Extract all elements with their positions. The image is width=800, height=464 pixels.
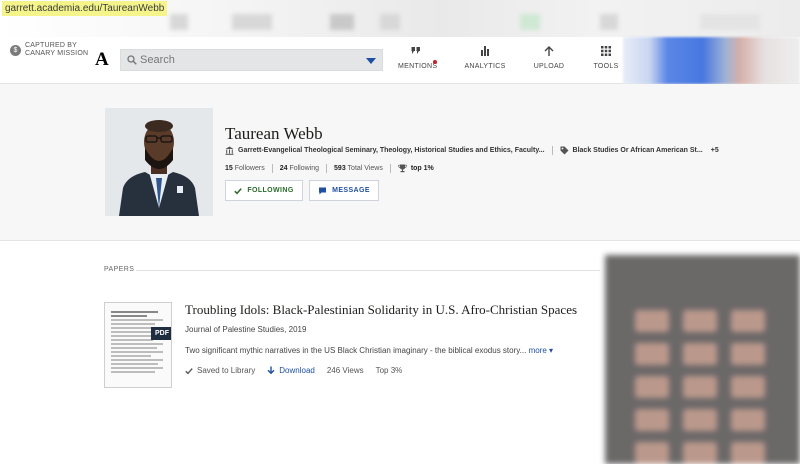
search-dropdown-chevron-icon[interactable] [366,58,376,64]
followers-stat[interactable]: 15 Followers [225,165,265,172]
mentions-notification-dot [433,60,437,64]
blurred-account-area[interactable] [623,37,800,84]
following-button-label: FOLLOWING [247,187,294,194]
quote-icon [411,47,420,54]
divider [389,164,391,173]
following-count: 24 [279,165,288,172]
followers-count: 15 [225,165,233,172]
saved-label: Saved to Library [197,366,256,375]
following-stat[interactable]: 24 Following [280,165,319,172]
top-navigation: $ CAPTURED BY CANARY MISSION A MENTIONS … [0,37,800,84]
profile-name: Taurean Webb [225,124,323,143]
paper-title-link[interactable]: Troubling Idols: Black-Palestinian Solid… [185,302,577,318]
paper-views: 246 Views [326,366,364,375]
followers-label: Followers [234,165,265,172]
divider [271,164,273,173]
affiliation-link[interactable]: Garrett-Evangelical Theological Seminary… [238,147,545,154]
avatar-portrait-image [105,108,213,216]
nav-upload-label: UPLOAD [533,63,565,70]
profile-stats: 15 Followers 24 Following 593 Total View… [225,164,434,173]
divider [326,164,328,173]
pdf-badge: PDF [151,327,171,340]
nav-tools-label: TOOLS [593,63,619,70]
url-text[interactable]: garrett.academia.edu/TaureanWebb [2,1,168,16]
tag-icon [560,146,569,155]
canary-logo-icon: $ [10,44,21,56]
following-button[interactable]: FOLLOWING [225,180,303,201]
views-label: Total Views [347,165,383,172]
checkmark-icon [185,367,193,374]
search-box[interactable] [120,49,383,71]
paper-rank: Top 3% [375,366,403,375]
checkmark-icon [234,187,243,194]
nav-analytics-label: ANALYTICS [464,63,506,70]
paper-journal: Journal of Palestine Studies, 2019 [185,325,307,334]
nav-tools[interactable]: TOOLS [591,45,621,70]
bar-chart-icon [481,46,489,56]
trophy-icon [398,164,407,173]
research-interest-link[interactable]: Black Studies Or African American St... [573,147,703,154]
browser-url-bar: garrett.academia.edu/TaureanWebb [0,0,800,37]
views-count: 593 [334,165,346,172]
thumbnail-text-lines [111,311,163,375]
following-label: Following [289,165,320,172]
grid-icon [601,46,611,56]
search-icon [127,55,137,65]
profile-avatar [105,108,213,216]
download-arrow-icon [267,366,275,375]
message-button-label: MESSAGE [332,187,370,194]
paper-thumbnail[interactable]: PDF [104,302,172,388]
canary-line-1: CAPTURED BY [25,42,77,49]
nav-analytics[interactable]: ANALYTICS [463,45,507,70]
profile-affiliation-row: Garrett-Evangelical Theological Seminary… [225,146,719,155]
abstract-more-link[interactable]: more ▾ [529,346,553,355]
more-label: more [528,346,547,355]
nav-mentions-label: MENTIONS [398,63,438,70]
message-button[interactable]: MESSAGE [309,180,379,201]
views-stat: 593 Total Views [334,165,383,172]
profile-header: Taurean Webb Garrett-Evangelical Theolog… [0,84,800,241]
blurred-side-panel [605,255,800,464]
academia-logo[interactable]: A [95,49,109,71]
nav-mentions[interactable]: MENTIONS [398,45,438,70]
paper-abstract-text: Two significant mythic narratives in the… [185,346,527,355]
download-button[interactable]: Download [267,366,315,375]
search-input[interactable] [140,52,360,68]
message-bubble-icon [319,187,327,194]
more-caret-icon: ▾ [549,346,554,355]
download-label: Download [279,366,315,375]
canary-mission-watermark: $ CAPTURED BY CANARY MISSION [10,42,88,58]
canary-line-2: CANARY MISSION [25,50,89,57]
more-interests-link[interactable]: +5 [711,147,719,154]
nav-upload[interactable]: UPLOAD [532,45,566,70]
upload-arrow-icon [544,46,554,56]
paper-abstract: Two significant mythic narratives in the… [185,346,553,355]
top-percent-badge: top 1% [410,165,434,172]
paper-actions: Saved to Library Download 246 Views Top … [185,366,402,375]
institution-icon [225,146,234,155]
papers-section-label: PAPERS [104,266,135,273]
saved-to-library-button[interactable]: Saved to Library [185,366,255,375]
divider [551,146,553,155]
papers-divider [136,270,600,271]
